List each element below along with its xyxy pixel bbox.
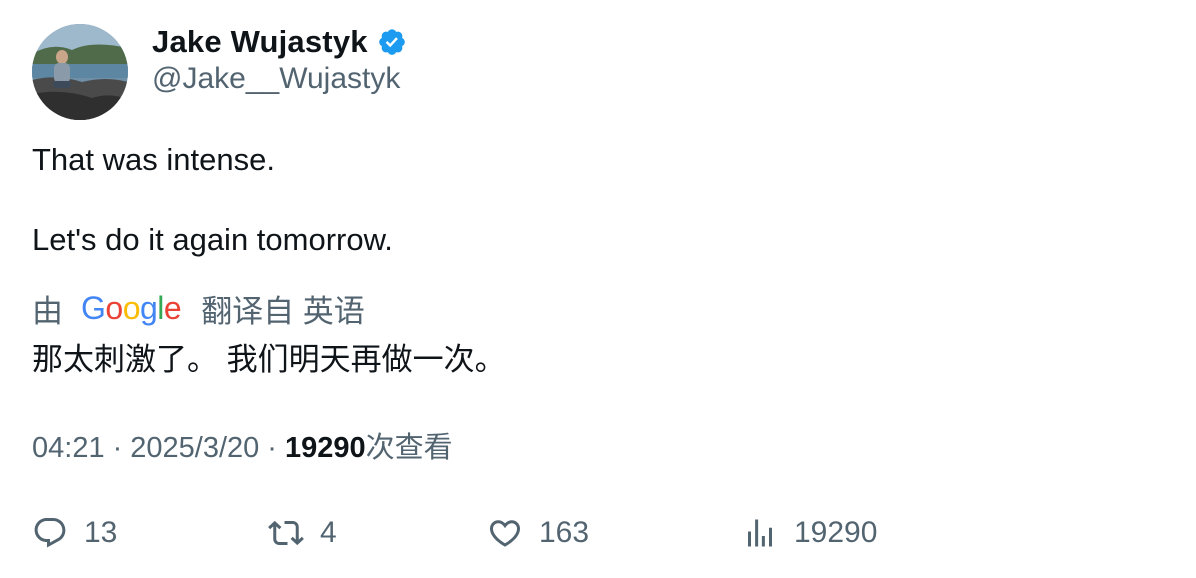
reply-icon [32, 515, 68, 551]
retweet-button[interactable]: 4 [268, 506, 337, 560]
meta-separator: · [112, 432, 123, 464]
action-bar: 13 4 163 19290 [0, 506, 1196, 560]
name-row: Jake Wujastyk [152, 22, 407, 62]
views-button[interactable]: 19290 [742, 506, 877, 560]
reply-count: 13 [84, 516, 118, 549]
tweet-meta: 04:21 · 2025/3/20 · 19290 次查看 [32, 424, 453, 466]
like-button[interactable]: 163 [487, 506, 589, 560]
translation-prefix: 由 [32, 293, 63, 329]
tweet-text-line: Let's do it again tomorrow. [32, 222, 393, 257]
retweet-icon [268, 515, 304, 551]
google-logo: Google [81, 289, 182, 326]
reply-button[interactable]: 13 [32, 506, 117, 560]
translated-text: 那太刺激了。 我们明天再做一次。 [32, 342, 506, 377]
tweet-time[interactable]: 04:21 [32, 432, 105, 465]
views-count: 19290 [794, 516, 878, 549]
tweet-text-line: That was intense. [32, 142, 275, 177]
view-count-suffix: 次查看 [365, 432, 453, 464]
avatar[interactable] [32, 24, 128, 120]
translation-label: 翻译自 英语 [201, 293, 365, 329]
translation-attribution: 由 Google 翻译自 英语 [32, 286, 365, 330]
retweet-count: 4 [320, 516, 337, 549]
view-count: 19290 [284, 432, 366, 464]
like-count: 163 [539, 516, 590, 549]
user-handle[interactable]: @Jake__Wujastyk [152, 62, 400, 96]
analytics-icon [742, 515, 778, 551]
display-name[interactable]: Jake Wujastyk [152, 24, 368, 60]
avatar-photo [32, 24, 128, 120]
verified-badge-icon [377, 27, 407, 57]
heart-icon [487, 515, 523, 551]
meta-separator: · [267, 432, 277, 464]
tweet-date[interactable]: 2025/3/20 [130, 432, 259, 465]
